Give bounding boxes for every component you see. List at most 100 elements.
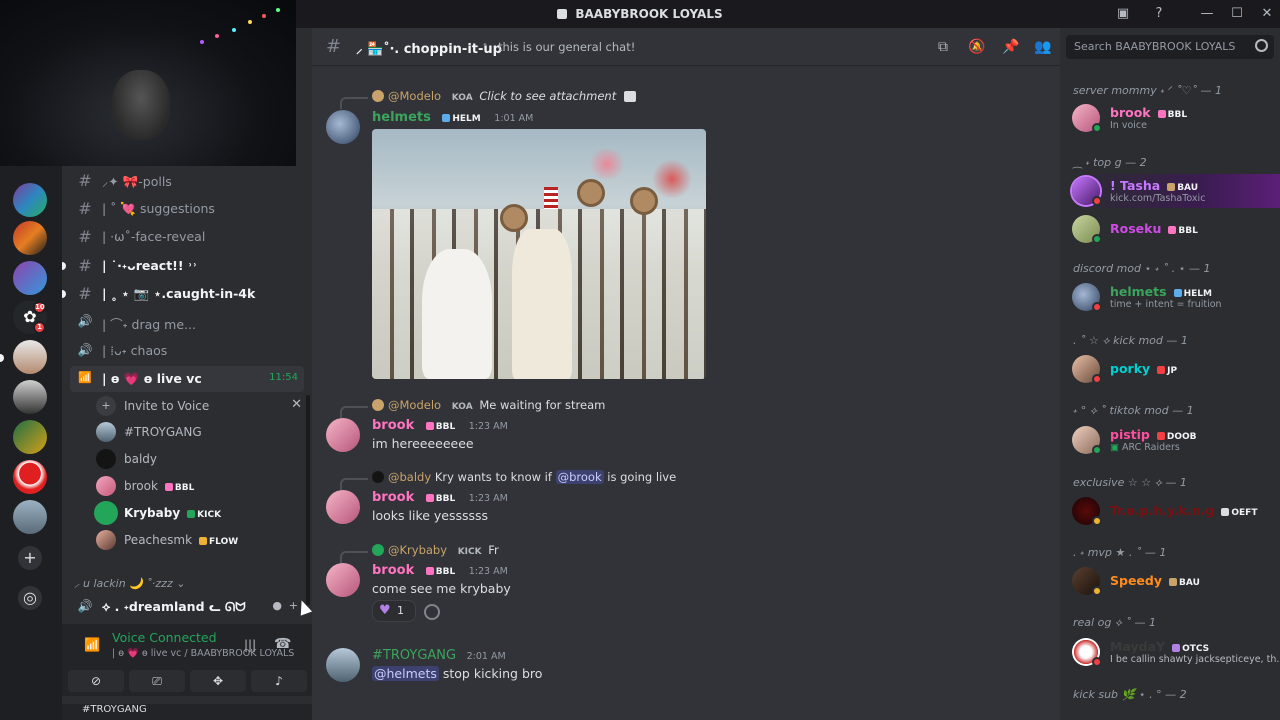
channel-live-vc[interactable]: 📶 | ɵ 💗 ɵ live vc 11:54	[70, 366, 304, 392]
status-online-icon	[1092, 123, 1102, 133]
server-icon[interactable]	[13, 183, 47, 217]
role-tag: BAU	[1164, 183, 1201, 193]
avatar	[372, 544, 384, 556]
member-item[interactable]: Roseku BBL	[1072, 212, 1272, 246]
role-tag-label: OTCS	[1182, 644, 1210, 654]
member-item[interactable]: helmets HELM time + intent = fruition	[1072, 280, 1272, 314]
channel-chaos[interactable]: 🔊 | ⁞ᴗ˖ chaos	[70, 338, 304, 364]
close-icon[interactable]: ✕	[291, 397, 302, 412]
role-tag-label: HELM	[452, 114, 481, 124]
member-name-text: helmets	[1110, 284, 1167, 299]
reply-spine	[340, 551, 368, 563]
mention[interactable]: @helmets	[372, 666, 439, 681]
compass-icon[interactable]: ◎	[18, 586, 42, 610]
channel-drag-me[interactable]: 🔊 | ⌒˖ drag me...	[70, 309, 304, 335]
message-author[interactable]: brook	[372, 418, 414, 433]
members-icon[interactable]: 👥	[1034, 38, 1052, 56]
voice-timer: 11:54	[269, 372, 298, 383]
reply-preview[interactable]: @Krybaby KICK Fr	[340, 543, 499, 563]
role-tag-label: JP	[1167, 366, 1178, 376]
chat-icon[interactable]: ●	[272, 599, 282, 612]
voice-user[interactable]: brook BBL	[92, 474, 292, 498]
search-input[interactable]: Search BAABYBROOK LOYALS	[1066, 35, 1274, 59]
help-icon[interactable]: ?	[1151, 6, 1167, 22]
activities-icon[interactable]: ✥	[190, 670, 246, 692]
close-icon[interactable]: ✕	[1259, 6, 1275, 22]
server-icon[interactable]	[13, 340, 47, 374]
sidebar-scrollbar[interactable]	[306, 395, 310, 605]
disconnect-icon[interactable]: ☎	[274, 636, 291, 652]
server-icon[interactable]	[13, 460, 47, 494]
voice-status[interactable]: Voice Connected	[112, 630, 217, 645]
avatar[interactable]	[326, 418, 360, 452]
avatar[interactable]	[326, 648, 360, 682]
member-item[interactable]: MaydaY OTCS I be callin shawty jackseptic…	[1072, 635, 1280, 669]
screenshare-icon[interactable]: ⎚	[129, 670, 185, 692]
user-bar[interactable]: #TROYGANG	[62, 704, 312, 720]
reply-preview[interactable]: @Modelo KOA Me waiting for stream	[340, 398, 605, 418]
plus-icon[interactable]: +	[18, 546, 42, 570]
server-icon[interactable]	[13, 500, 47, 534]
role-header: ⁔ ˖ top g — 2	[1073, 156, 1147, 169]
category-header[interactable]: ⸝ u lackin 🌙 ˚·zzz ⌄	[74, 576, 185, 591]
status-idle-icon	[1092, 516, 1102, 526]
invite-to-voice-button[interactable]: + Invite to Voice ✕	[92, 394, 302, 418]
voice-user-speaking[interactable]: Krybaby KICK	[92, 501, 292, 525]
mute-icon[interactable]: 🔕	[968, 38, 986, 56]
voice-user[interactable]: Peachesmk FLOW	[92, 528, 292, 552]
string-light	[248, 20, 252, 24]
server-icon[interactable]	[13, 221, 47, 255]
status-dnd-icon	[1092, 196, 1102, 206]
avatar[interactable]	[326, 563, 360, 597]
member-item[interactable]: Tr.ø.p.h.y.k.n.g OEFT	[1072, 494, 1272, 528]
avatar[interactable]	[326, 490, 360, 524]
member-item[interactable]: ! Tasha BAU kick.com/TashaToxic	[1072, 174, 1280, 208]
channel-caught-in-4k[interactable]: # | ˳ ⋆ 📷 ⋆.caught-in-4k	[62, 281, 304, 307]
voice-user-label: Krybaby	[124, 506, 181, 520]
channel-face-reveal[interactable]: # | ·ω˚-face-reveal	[70, 224, 304, 250]
add-reaction-icon[interactable]	[424, 604, 440, 620]
channel-suggestions[interactable]: # | ˚ 💘 suggestions	[70, 196, 304, 222]
inbox-icon[interactable]: ▣	[1115, 6, 1131, 22]
reply-author: @Modelo	[388, 398, 442, 412]
reply-preview[interactable]: @Modelo KOA Click to see attachment	[340, 89, 636, 109]
soundboard-icon[interactable]: ♪	[251, 670, 307, 692]
avatar[interactable]	[326, 110, 360, 144]
member-list: server mommy ˖ ᐟ ˚♡˚ — 1 brook BBL In voi…	[1060, 28, 1280, 720]
member-item[interactable]: pistip DOOB ▣ ARC Raiders	[1072, 423, 1272, 457]
message-author[interactable]: brook	[372, 563, 414, 578]
server-icon[interactable]	[13, 380, 47, 414]
gif-hat	[577, 179, 605, 207]
channel-dreamland[interactable]: 🔊 ⟡ . ˖dreamland ᓚ ᘏᗢ ● +	[70, 594, 304, 620]
member-item[interactable]: Speedy BAU	[1072, 564, 1272, 598]
channel-topic[interactable]: this is our general chat!	[498, 40, 635, 54]
channel-polls[interactable]: # ⸝✦ 🎀-polls	[70, 168, 304, 194]
minimize-icon[interactable]: —	[1199, 6, 1215, 22]
message-author[interactable]: helmets	[372, 110, 431, 125]
camera-off-icon[interactable]: ⊘	[68, 670, 124, 692]
voice-user[interactable]: #TROYGANG	[92, 420, 292, 444]
role-tag-label: BAU	[1179, 578, 1200, 588]
voice-user[interactable]: baldy	[92, 447, 292, 471]
voice-location[interactable]: | ɵ 💗 ɵ live vc / BAABYBROOK LOYALS	[112, 648, 294, 659]
server-icon[interactable]	[13, 261, 47, 295]
reaction-heart[interactable]: ♥ 1	[372, 600, 416, 622]
role-header: kick sub 🌿 ⋆ . ° — 2	[1073, 688, 1187, 701]
channel-react[interactable]: # | ˙·˖ᴗreact!! ˒˒	[62, 253, 304, 279]
maximize-icon[interactable]: ☐	[1229, 6, 1245, 22]
pin-icon[interactable]: 📌	[1002, 38, 1020, 56]
gif-hat	[500, 204, 528, 232]
message-author[interactable]: brook	[372, 490, 414, 505]
threads-icon[interactable]: ⧉	[934, 38, 952, 56]
message-author[interactable]: #TROYGANG	[372, 648, 456, 663]
member-item[interactable]: porky JP	[1072, 352, 1272, 386]
mention[interactable]: @brook	[555, 470, 604, 484]
noise-suppression-icon[interactable]: |||	[244, 638, 256, 652]
role-tag-label: BBL	[174, 483, 195, 493]
voice-user-name: Peachesmk FLOW	[124, 533, 241, 547]
member-item[interactable]: brook BBL In voice	[1072, 101, 1272, 135]
server-icon[interactable]	[13, 420, 47, 454]
status-idle-icon	[1092, 586, 1102, 596]
reply-preview[interactable]: @baldy Kry wants to know if @brook is go…	[340, 470, 676, 490]
gif-attachment[interactable]	[372, 129, 706, 379]
